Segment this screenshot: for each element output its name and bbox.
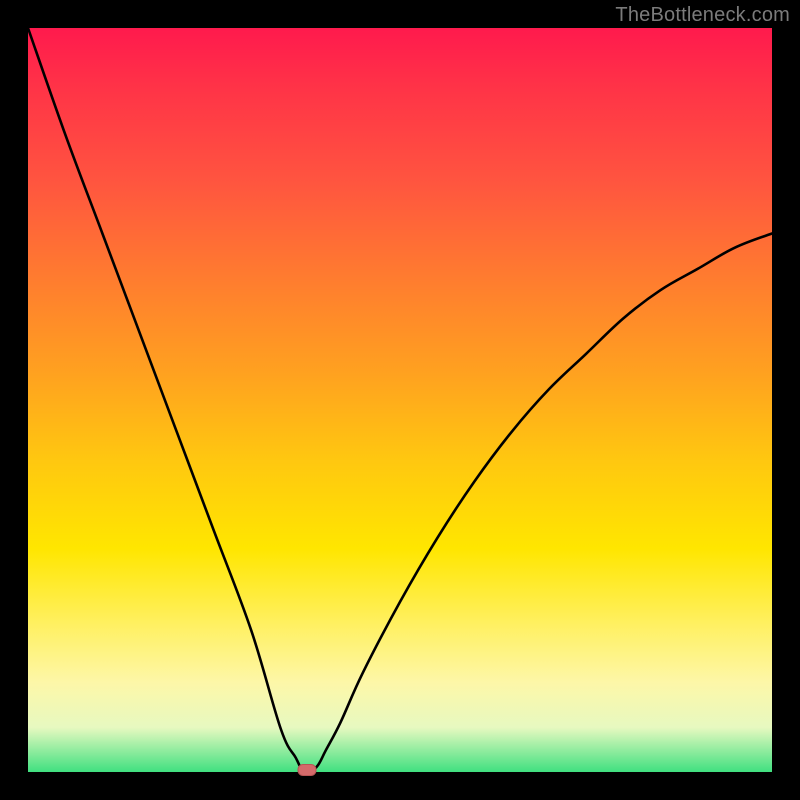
optimum-marker (298, 765, 316, 776)
chart-svg (28, 28, 772, 772)
bottleneck-curve (28, 28, 772, 774)
watermark-text: TheBottleneck.com (615, 4, 790, 27)
chart-frame: TheBottleneck.com (0, 0, 800, 800)
plot-area (28, 28, 772, 772)
